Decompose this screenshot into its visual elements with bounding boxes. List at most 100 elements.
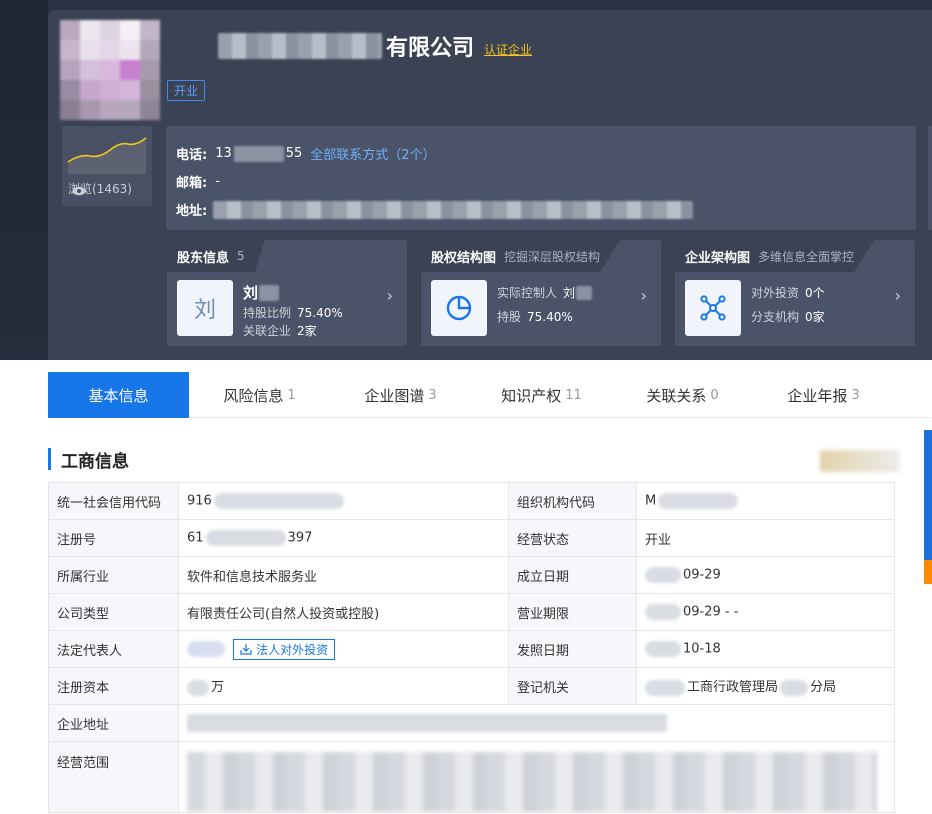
section-title: 工商信息 bbox=[48, 448, 129, 472]
address-redacted bbox=[187, 714, 667, 732]
table-row: 法定代表人 法人对外投资 发照日期 10-18 bbox=[48, 630, 895, 668]
table-row: 企业地址 bbox=[48, 704, 895, 742]
phone-label: 电话: bbox=[176, 148, 208, 163]
download-icon bbox=[240, 644, 252, 655]
table-row: 注册号 61 397 经营状态 开业 bbox=[48, 519, 895, 557]
shareholder-card[interactable]: 股东信息 5 刘 刘 持股比例 75.40% 关联企业 2家 › bbox=[167, 240, 407, 346]
status-badge: 开业 bbox=[167, 80, 206, 101]
company-header: 有限公司 认证企业 开业 浏览(1463) 电话: 13 55 全部联系方式（2… bbox=[0, 0, 932, 360]
credit-code-redacted bbox=[213, 493, 344, 509]
actual-controller-label: 实际控制人 bbox=[497, 286, 558, 300]
phone-line: 电话: 13 55 全部联系方式（2个） bbox=[176, 144, 436, 163]
equity-card-body: 实际控制人 刘 持股 75.40% bbox=[497, 284, 593, 326]
scope-redacted bbox=[187, 752, 877, 812]
side-float-button[interactable] bbox=[924, 430, 932, 560]
founded-value: 09-29 bbox=[683, 567, 721, 583]
tab-enterprise-graph[interactable]: 企业图谱 3 bbox=[330, 372, 471, 418]
reg-no-cell: 61 397 bbox=[178, 519, 509, 557]
table-row: 统一社会信用代码 916 组织机构代码 M bbox=[48, 482, 895, 520]
company-type-value: 有限责任公司(自然人投资或控股) bbox=[178, 593, 509, 631]
enterprise-structure-card[interactable]: 企业架构图 多维信息全面掌控 对外投资 0个 分支机构 0家 › bbox=[675, 240, 915, 346]
chevron-right-icon[interactable]: › bbox=[895, 286, 901, 305]
term-label: 营业期限 bbox=[508, 593, 637, 631]
legal-rep-investment-label: 法人对外投资 bbox=[256, 642, 329, 657]
holding-ratio-label: 持股比例 bbox=[243, 306, 292, 320]
credit-code-label: 统一社会信用代码 bbox=[48, 482, 179, 520]
legal-rep-label: 法定代表人 bbox=[48, 630, 179, 668]
tab-risk-info[interactable]: 风险信息 1 bbox=[189, 372, 330, 418]
tab-annual-report[interactable]: 企业年报 3 bbox=[753, 372, 894, 418]
reg-no-label: 注册号 bbox=[48, 519, 179, 557]
capital-label: 注册资本 bbox=[48, 667, 179, 705]
tab-label: 基本信息 bbox=[88, 386, 149, 405]
certify-company-link[interactable]: 认证企业 bbox=[484, 41, 532, 58]
branches-value: 0家 bbox=[805, 310, 825, 324]
shareholder-card-header: 股东信息 5 bbox=[167, 240, 265, 272]
table-row: 注册资本 万 登记机关 工商行政管理局 分局 bbox=[48, 667, 895, 705]
shareholder-card-title: 股东信息 bbox=[177, 250, 230, 266]
capital-value: 万 bbox=[211, 680, 225, 696]
legal-rep-investment-button[interactable]: 法人对外投资 bbox=[233, 638, 336, 660]
org-code-cell: M bbox=[636, 482, 895, 520]
detail-tabs: 基本信息 风险信息 1 企业图谱 3 知识产权 11 关联关系 0 企业年报 3 bbox=[48, 372, 932, 418]
address-label: 地址: bbox=[176, 204, 208, 219]
org-code-redacted bbox=[658, 493, 739, 509]
credit-code-cell: 916 bbox=[178, 482, 509, 520]
business-info-table: 统一社会信用代码 916 组织机构代码 M 注册号 61 397 经营状态 开业 … bbox=[48, 482, 895, 813]
branches-label: 分支机构 bbox=[751, 310, 800, 324]
shareholder-card-body: 刘 持股比例 75.40% 关联企业 2家 bbox=[243, 282, 343, 340]
enterprise-card-subtitle: 多维信息全面掌控 bbox=[758, 249, 855, 264]
tab-intellectual-property[interactable]: 知识产权 11 bbox=[471, 372, 612, 418]
section-badge-redacted bbox=[820, 450, 900, 472]
company-logo bbox=[60, 20, 160, 120]
term-value: 09-29 - - bbox=[683, 604, 739, 620]
holding-ratio-value: 75.40% bbox=[297, 306, 343, 320]
email-line: 邮箱: - bbox=[176, 172, 220, 191]
address-redacted bbox=[213, 200, 694, 219]
phone-prefix: 13 bbox=[215, 146, 232, 161]
reg-no-suffix: 397 bbox=[287, 530, 313, 546]
tab-relations[interactable]: 关联关系 0 bbox=[612, 372, 753, 418]
legal-rep-name-redacted[interactable] bbox=[187, 641, 225, 657]
holding-value: 75.40% bbox=[527, 310, 573, 324]
biz-status-label: 经营状态 bbox=[508, 519, 637, 557]
side-float-accent[interactable] bbox=[924, 560, 932, 584]
company-name-suffix: 有限公司 bbox=[386, 36, 475, 61]
tab-label: 关联关系 bbox=[646, 386, 707, 405]
enterprise-card-body: 对外投资 0个 分支机构 0家 bbox=[751, 284, 825, 326]
outbound-investment-value: 0个 bbox=[805, 286, 825, 300]
chevron-right-icon[interactable]: › bbox=[641, 286, 647, 305]
shareholder-avatar: 刘 bbox=[177, 280, 233, 336]
org-code-value: M bbox=[645, 493, 657, 509]
authority-cell: 工商行政管理局 分局 bbox=[636, 667, 895, 705]
address-line: 地址: bbox=[176, 200, 694, 219]
scope-cell bbox=[178, 741, 895, 813]
views-count: 浏览(1463) bbox=[68, 180, 132, 197]
table-row: 所属行业 软件和信息技术服务业 成立日期 09-29 bbox=[48, 556, 895, 594]
equity-structure-card[interactable]: 股权结构图 挖掘深层股权结构 实际控制人 刘 持股 75.40% › bbox=[421, 240, 661, 346]
tab-label: 知识产权 bbox=[501, 386, 562, 405]
eye-icon bbox=[72, 186, 86, 196]
capital-cell: 万 bbox=[178, 667, 509, 705]
chevron-right-icon[interactable]: › bbox=[387, 286, 393, 305]
tab-count: 11 bbox=[565, 387, 582, 403]
trend-sparkline-icon bbox=[67, 137, 147, 174]
email-label: 邮箱: bbox=[176, 176, 208, 191]
outbound-investment-label: 对外投资 bbox=[751, 286, 800, 300]
term-redacted bbox=[645, 604, 681, 620]
all-contacts-link[interactable]: 全部联系方式（2个） bbox=[310, 144, 435, 163]
enterprise-card-title: 企业架构图 bbox=[685, 250, 751, 266]
equity-card-subtitle: 挖掘深层股权结构 bbox=[504, 249, 601, 264]
equity-card-title: 股权结构图 bbox=[431, 250, 497, 266]
tab-count: 3 bbox=[851, 387, 860, 403]
phone-redacted bbox=[233, 145, 284, 162]
shareholder-avatar-text: 刘 bbox=[193, 298, 216, 323]
authority-redacted-2 bbox=[780, 679, 809, 696]
issue-date-label: 发照日期 bbox=[508, 630, 637, 668]
shareholder-name-redacted bbox=[259, 285, 280, 301]
table-row: 公司类型 有限责任公司(自然人投资或控股) 营业期限 09-29 - - bbox=[48, 593, 895, 631]
org-code-label: 组织机构代码 bbox=[508, 482, 637, 520]
industry-value: 软件和信息技术服务业 bbox=[178, 556, 509, 594]
enterprise-card-header: 企业架构图 多维信息全面掌控 bbox=[675, 240, 875, 272]
tab-basic-info[interactable]: 基本信息 bbox=[48, 372, 189, 418]
